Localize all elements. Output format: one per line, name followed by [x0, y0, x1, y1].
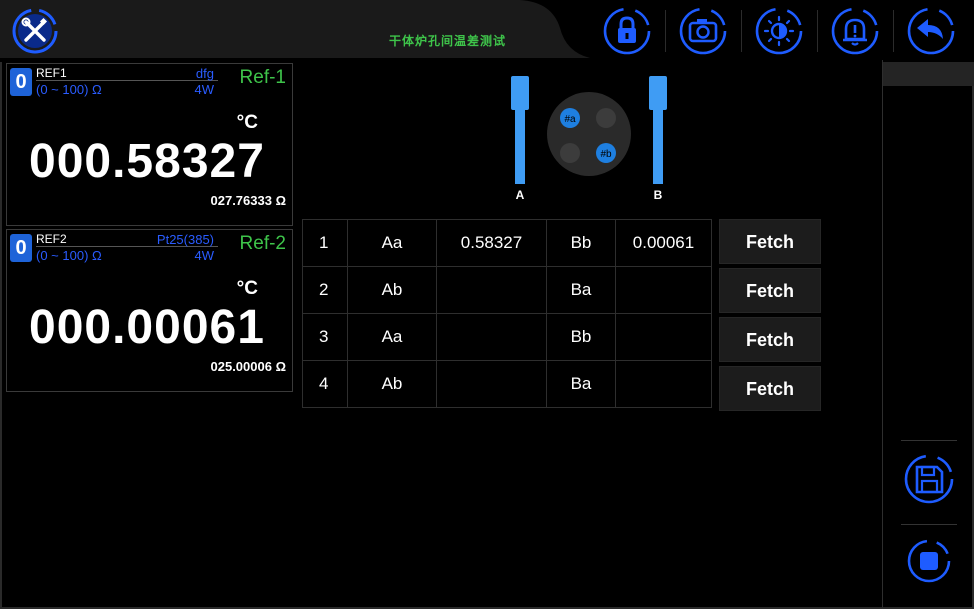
ref-tag: Ref-1	[239, 67, 286, 88]
ref-resistance-value: 027.76333 Ω	[210, 193, 287, 208]
header-tab-shape	[0, 0, 590, 58]
header-separator	[741, 10, 742, 52]
ref-temperature-value: 000.58327	[29, 135, 265, 188]
probe-a-label: A	[516, 188, 525, 202]
ref-unit: °C	[236, 112, 258, 133]
hole-a-label: #a	[564, 114, 576, 125]
pair-a-value	[436, 266, 547, 314]
hole-b-label: #b	[600, 149, 612, 160]
save-icon	[904, 454, 954, 504]
side-divider	[901, 524, 957, 525]
probe-b	[649, 76, 667, 184]
camera-icon	[679, 7, 727, 55]
header-bar: 干体炉孔间温差测试	[0, 0, 974, 62]
side-divider	[901, 440, 957, 441]
table-row: 1 Aa 0.58327 Bb 0.00061	[302, 219, 712, 267]
ref-sensor-type: Pt25(385)	[156, 232, 214, 247]
ref-resistance-value: 025.00006 Ω	[210, 359, 287, 374]
alarm-icon	[831, 7, 879, 55]
ref-unit: °C	[236, 278, 258, 299]
stop-button[interactable]	[902, 534, 956, 588]
hole-empty	[596, 108, 616, 128]
row-index: 1	[302, 219, 348, 267]
pair-b-label: Ba	[546, 266, 616, 314]
pair-a-label: Ab	[347, 266, 437, 314]
pair-b-value: 0.00061	[615, 219, 712, 267]
row-index: 4	[302, 360, 348, 408]
row-index: 3	[302, 313, 348, 361]
probe-a	[511, 76, 529, 184]
ref2-panel[interactable]: 0 REF2 Pt25(385) (0 ~ 100) Ω 4W Ref-2 °C…	[6, 229, 293, 392]
tools-icon	[12, 8, 58, 54]
brightness-button[interactable]	[754, 6, 804, 56]
pair-a-label: Aa	[347, 219, 437, 267]
ref-index-badge: 0	[10, 234, 32, 262]
pair-b-value	[615, 266, 712, 314]
measurement-table: 1 Aa 0.58327 Bb 0.00061 2 Ab Ba 3 Aa Bb …	[302, 219, 712, 408]
pair-b-label: Ba	[546, 360, 616, 408]
fetch-button-row-4[interactable]: Fetch	[719, 366, 821, 411]
brightness-icon	[755, 7, 803, 55]
hole-empty	[560, 143, 580, 163]
back-icon	[907, 7, 955, 55]
pair-b-label: Bb	[546, 219, 616, 267]
lock-button[interactable]	[602, 6, 652, 56]
table-row: 2 Ab Ba	[302, 266, 712, 314]
save-button[interactable]	[902, 452, 956, 506]
pair-a-value: 0.58327	[436, 219, 547, 267]
ref-name: REF1	[36, 66, 67, 80]
ref-sensor-type: dfg	[195, 66, 214, 81]
pair-b-value	[615, 360, 712, 408]
furnace-block	[547, 92, 631, 176]
ref-temperature-value: 000.00061	[29, 301, 265, 354]
tools-button[interactable]	[10, 6, 60, 56]
pair-a-label: Aa	[347, 313, 437, 361]
ref-tag: Ref-2	[239, 233, 286, 254]
ref-name: REF2	[36, 232, 67, 246]
ref-wire-mode: 4W	[194, 82, 215, 97]
header-separator	[893, 10, 894, 52]
lock-icon	[603, 7, 651, 55]
ref-wire-mode: 4W	[194, 248, 215, 263]
page-title: 干体炉孔间温差测试	[388, 34, 506, 48]
side-panel	[882, 60, 974, 609]
pair-a-label: Ab	[347, 360, 437, 408]
alarm-button[interactable]	[830, 6, 880, 56]
camera-button[interactable]	[678, 6, 728, 56]
fetch-button-row-3[interactable]: Fetch	[719, 317, 821, 362]
pair-a-value	[436, 360, 547, 408]
probe-diagram: A #a #b B	[505, 72, 675, 204]
ref-index-badge: 0	[10, 68, 32, 96]
table-row: 4 Ab Ba	[302, 360, 712, 408]
back-button[interactable]	[906, 6, 956, 56]
ref-divider	[36, 80, 218, 81]
stop-icon	[907, 539, 951, 583]
row-index: 2	[302, 266, 348, 314]
probe-b-label: B	[654, 188, 663, 202]
header-separator	[817, 10, 818, 52]
fetch-button-row-1[interactable]: Fetch	[719, 219, 821, 264]
fetch-button-row-2[interactable]: Fetch	[719, 268, 821, 313]
ref-range: (0 ~ 100) Ω	[36, 82, 102, 97]
ref-range: (0 ~ 100) Ω	[36, 248, 102, 263]
pair-a-value	[436, 313, 547, 361]
pair-b-label: Bb	[546, 313, 616, 361]
header-separator	[665, 10, 666, 52]
pair-b-value	[615, 313, 712, 361]
side-panel-header	[883, 62, 974, 86]
table-row: 3 Aa Bb	[302, 313, 712, 361]
ref1-panel[interactable]: 0 REF1 dfg (0 ~ 100) Ω 4W Ref-1 °C 000.5…	[6, 63, 293, 226]
